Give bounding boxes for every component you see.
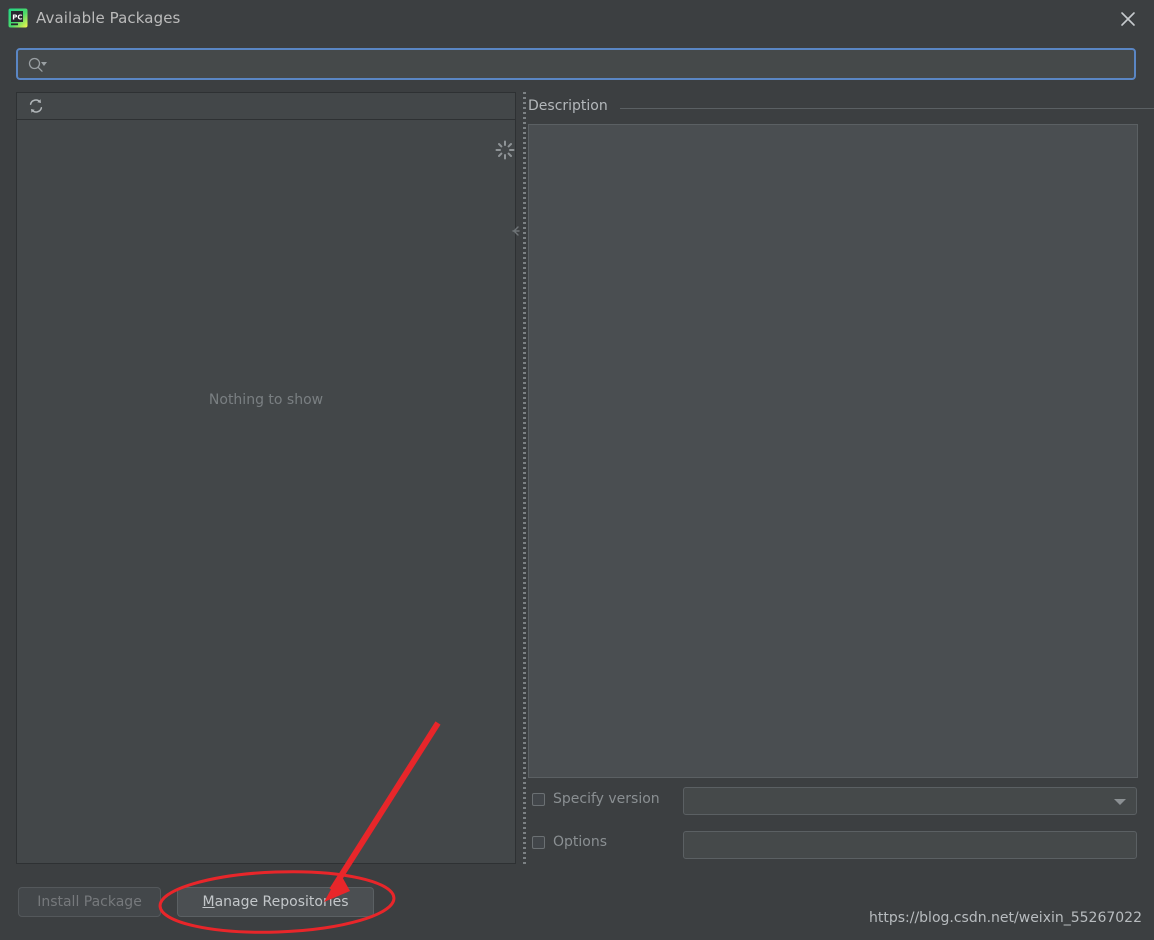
splitter-grip[interactable] (523, 92, 526, 864)
version-combobox-input[interactable] (690, 788, 1114, 816)
close-icon[interactable] (1116, 7, 1140, 31)
pycharm-icon: PC (8, 8, 28, 28)
packages-list-body[interactable]: Nothing to show (17, 120, 515, 863)
window-title: Available Packages (36, 9, 181, 27)
description-separator (620, 108, 1154, 109)
search-field[interactable] (16, 48, 1136, 80)
loading-spinner-icon (495, 140, 515, 160)
search-icon (28, 57, 48, 73)
options-input[interactable] (690, 832, 1114, 860)
packages-list-toolbar (17, 93, 515, 120)
options-field[interactable] (683, 831, 1137, 860)
specify-version-label: Specify version (553, 791, 660, 807)
search-input[interactable] (54, 50, 1133, 80)
empty-state-label: Nothing to show (208, 392, 324, 408)
manage-mnemonic: M (202, 894, 215, 910)
specify-version-checkbox[interactable] (532, 793, 545, 806)
manage-repositories-button[interactable]: Manage Repositories (177, 887, 374, 917)
description-content (528, 124, 1138, 778)
version-combobox[interactable] (683, 787, 1137, 816)
collapse-left-icon[interactable] (510, 222, 522, 236)
description-header: Description (528, 98, 1154, 120)
description-label: Description (528, 98, 608, 114)
chevron-down-icon[interactable] (1114, 799, 1126, 805)
packages-list-panel: Nothing to show (16, 92, 516, 864)
available-packages-dialog: PC Available Packages Nothing to show De… (0, 0, 1154, 940)
manage-label-rest: anage Repositories (214, 894, 349, 910)
install-package-button[interactable]: Install Package (18, 887, 161, 917)
title-bar: PC Available Packages (0, 0, 1154, 38)
options-label: Options (553, 834, 608, 850)
options-checkbox[interactable] (532, 836, 545, 849)
svg-text:PC: PC (12, 13, 22, 21)
refresh-icon[interactable] (27, 97, 45, 115)
watermark-url: https://blog.csdn.net/weixin_55267022 (868, 910, 1142, 926)
